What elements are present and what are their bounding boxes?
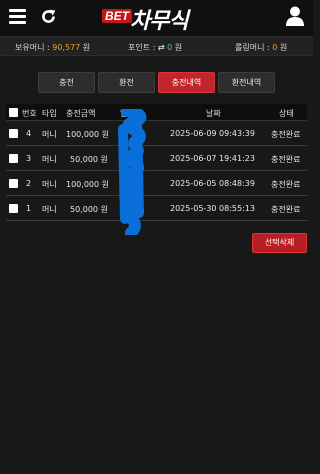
cell-type: 머니 [42,155,57,164]
balance-bar: 보유머니 : 90,577 원 포인트 : ⇄ 0 원 롤링머니 : 0 원 [0,36,313,56]
cell-date: 2025-06-05 08:48:39 [170,179,255,188]
cell-amount: 100,000 원 [66,180,109,189]
cell-status: 충전완료 [271,180,301,189]
refresh-icon[interactable] [40,8,57,25]
cell-type: 머니 [42,130,57,139]
row-checkbox[interactable] [9,179,18,188]
site-logo[interactable]: BET 차무식 [102,3,212,34]
cell-status: 충전완료 [271,130,301,139]
row-checkbox[interactable] [9,129,18,138]
cell-amount: 50,000 원 [70,155,108,164]
cell-no: 4 [26,129,32,138]
logo-badge: BET [102,9,132,23]
cell-status: 충전완료 [271,155,301,164]
point-balance: 포인트 : ⇄ 0 원 [128,43,183,52]
deposit-history-table: 번호 타입 충전금액 입금자 날짜 상태 4 머니 100,000 원 2025… [6,104,307,221]
cell-no: 1 [26,204,32,213]
tab-withdraw-history[interactable]: 환전내역 [218,72,275,93]
cell-type: 머니 [42,205,57,214]
header-type: 타입 [42,109,57,118]
table-row[interactable]: 2 머니 100,000 원 2025-06-05 08:48:39 충전완료 [6,171,307,196]
swap-icon[interactable]: ⇄ [158,43,165,52]
header-amount: 충전금액 [66,109,96,118]
table-row[interactable]: 3 머니 50,000 원 2025-06-07 19:41:23 충전완료 [6,146,307,171]
cell-no: 2 [26,179,32,188]
tab-deposit-history[interactable]: 충전내역 [158,72,215,93]
rolling-value: 0 [272,43,278,52]
cell-date: 2025-05-30 08:55:13 [170,204,255,213]
table-row[interactable]: 1 머니 50,000 원 2025-05-30 08:55:13 충전완료 [6,196,307,221]
top-bar: BET 차무식 [0,0,313,36]
header-status: 상태 [279,109,294,118]
row-checkbox[interactable] [9,154,18,163]
money-balance: 보유머니 : 90,577 원 [15,43,91,52]
cell-status: 충전완료 [271,205,301,214]
cell-type: 머니 [42,180,57,189]
tab-bar: 충전 환전 충전내역 환전내역 [38,72,275,93]
header-no: 번호 [22,109,37,118]
point-value: 0 [167,43,173,52]
money-value: 90,577 [52,43,81,52]
tab-withdraw[interactable]: 환전 [98,72,155,93]
menu-icon[interactable] [9,9,26,24]
cell-amount: 50,000 원 [70,205,108,214]
cell-amount: 100,000 원 [66,130,109,139]
cell-date: 2025-06-07 19:41:23 [170,154,255,163]
redaction-scribble [118,109,147,235]
cell-date: 2025-06-09 09:43:39 [170,129,255,138]
rolling-balance: 롤링머니 : 0 원 [235,43,288,52]
header-date: 날짜 [206,109,221,118]
select-all-checkbox[interactable] [9,108,18,117]
delete-selected-button[interactable]: 선택삭제 [252,233,307,253]
table-header: 번호 타입 충전금액 입금자 날짜 상태 [6,104,307,121]
table-row[interactable]: 4 머니 100,000 원 2025-06-09 09:43:39 충전완료 [6,121,307,146]
cell-no: 3 [26,154,32,163]
tab-deposit[interactable]: 충전 [38,72,95,93]
user-icon[interactable] [286,6,304,26]
logo-text: 차무식 [130,9,189,34]
row-checkbox[interactable] [9,204,18,213]
